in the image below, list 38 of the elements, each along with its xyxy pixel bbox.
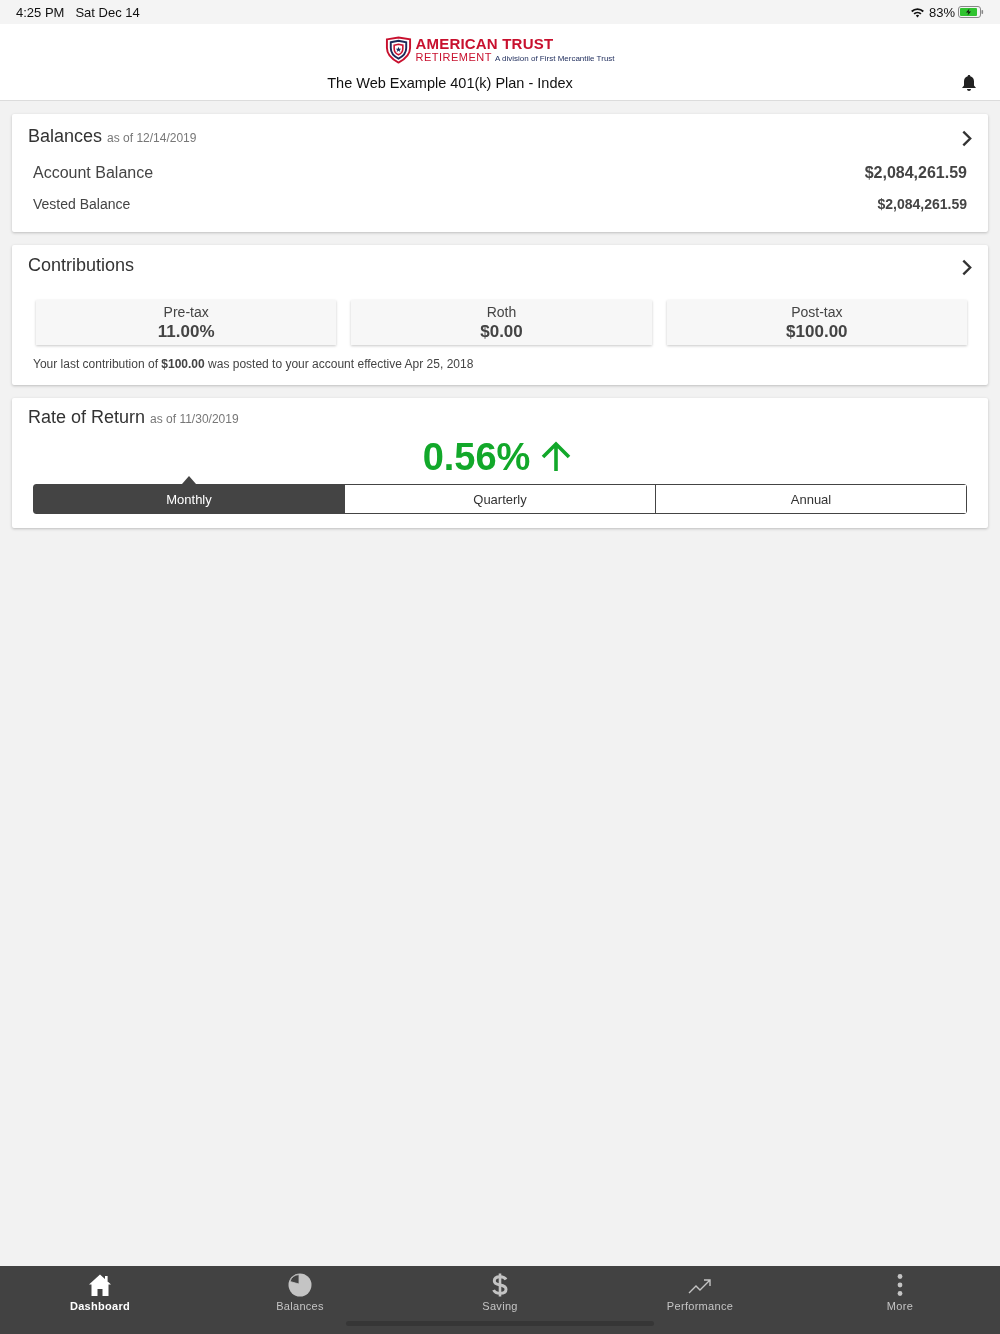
as-of-date: as of 11/30/2019 — [150, 412, 239, 426]
tab-bar-item[interactable]: Performance — [600, 1266, 800, 1334]
home-icon — [88, 1273, 112, 1297]
balance-label: Vested Balance — [33, 196, 131, 212]
wifi-icon — [909, 6, 925, 18]
tile-label: Roth — [486, 303, 517, 321]
logo-wordmark: AMERICAN TRUST — [415, 36, 555, 51]
balance-label: Account Balance — [33, 164, 154, 182]
return-value: 0.56% — [422, 435, 531, 479]
battery-percent: 83% — [928, 4, 955, 20]
card-title: Contributions — [28, 255, 135, 276]
chevron-right-icon[interactable] — [961, 258, 972, 276]
tab-bar-item[interactable]: Saving — [400, 1266, 600, 1334]
tile-value: 11.00% — [157, 320, 215, 342]
more-vertical-icon — [897, 1273, 903, 1297]
as-of-date: as of 12/14/2019 — [107, 131, 197, 145]
chevron-right-icon[interactable] — [961, 129, 972, 147]
balance-value: $2,084,261.59 — [864, 164, 967, 182]
tile-value: $100.00 — [786, 320, 848, 342]
pie-chart-icon — [288, 1273, 312, 1297]
tab-bar-item[interactable]: More — [800, 1266, 1000, 1334]
tile-label: Post-tax — [791, 303, 843, 321]
tile-value: $0.00 — [480, 320, 523, 342]
status-date: Sat Dec 14 — [75, 4, 140, 20]
card-title: Rate of Return — [28, 407, 146, 428]
shield-logo-icon — [385, 36, 413, 64]
bell-icon[interactable] — [961, 74, 977, 92]
logo-tagline: A division of First Mercantile Trust — [494, 54, 615, 64]
battery-icon — [958, 6, 984, 18]
logo-subtitle: RETIREMENT — [415, 51, 492, 63]
tile-label: Pre-tax — [163, 303, 209, 321]
period-tab[interactable]: Annual — [655, 485, 966, 513]
plan-title: The Web Example 401(k) Plan - Index — [326, 75, 574, 91]
last-contribution-note: Your last contribution of $100.00 was posted to your account effective Apr 25, 2018 — [33, 356, 475, 373]
status-time: 4:25 PM — [16, 4, 65, 20]
tab-bar-item[interactable]: Dashboard — [0, 1266, 200, 1334]
balance-value: $2,084,261.59 — [877, 196, 967, 212]
card-title: Balances — [28, 126, 103, 147]
